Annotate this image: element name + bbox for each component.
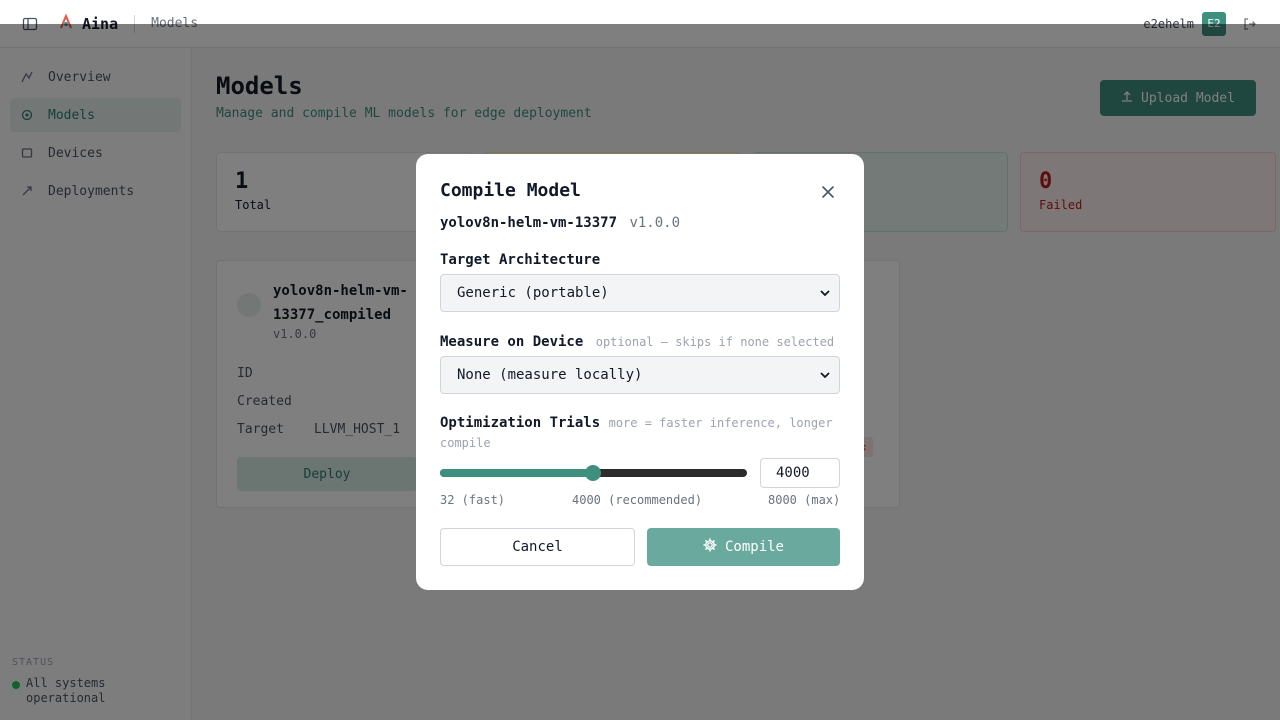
optimization-trials-label: Optimization Trials [440,415,601,431]
target-architecture-value: Generic (portable) [457,285,609,301]
compile-model-dialog: Compile Model yolov8n-helm-vm-13377 v1.0… [416,154,864,590]
cancel-button[interactable]: Cancel [440,528,635,566]
chevron-down-icon [819,287,831,299]
chevron-down-icon [819,369,831,381]
gear-icon [703,538,717,556]
slider-min-label: 32 (fast) [440,493,506,507]
model-identifier: yolov8n-helm-vm-13377 v1.0.0 [440,215,680,231]
slider-mid-label: 4000 (recommended) [572,493,703,507]
model-name: yolov8n-helm-vm-13377 [440,215,618,231]
slider-max-label: 8000 (max) [768,493,841,507]
model-version: v1.0.0 [629,215,681,231]
dialog-title: Compile Model [440,180,581,201]
optimization-trials-slider[interactable] [440,465,747,481]
measure-device-hint: optional — skips if none selected [595,335,835,349]
close-icon[interactable] [818,182,838,202]
measure-device-label-group: Measure on Device optional — skips if no… [440,334,834,350]
measure-device-label: Measure on Device [440,334,584,350]
optimization-trials-input[interactable]: 4000 [760,458,840,488]
target-architecture-label: Target Architecture [440,252,601,268]
compile-label: Compile [724,539,784,555]
measure-device-value: None (measure locally) [457,367,643,383]
cancel-label: Cancel [512,539,563,555]
measure-device-select[interactable]: None (measure locally) [440,356,840,394]
optimization-trials-label-group: Optimization Trials more = faster infere… [440,413,840,453]
compile-button[interactable]: Compile [647,528,840,566]
target-architecture-select[interactable]: Generic (portable) [440,274,840,312]
slider-thumb[interactable] [585,465,601,481]
slider-fill [440,469,593,477]
